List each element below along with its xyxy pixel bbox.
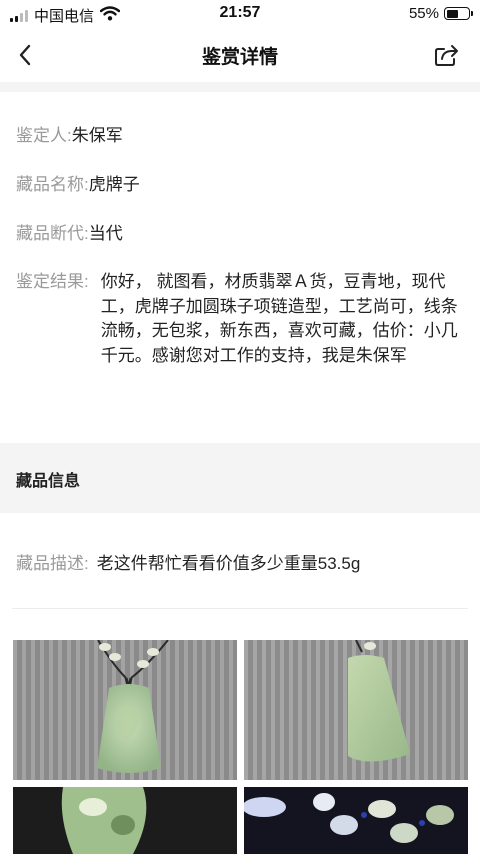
jade-closeup-image: [13, 787, 237, 854]
item-name-label: 藏品名称:: [16, 175, 89, 194]
page-title: 鉴赏详情: [201, 47, 278, 68]
era-label: 藏品断代:: [16, 224, 89, 243]
battery-icon: [444, 7, 473, 20]
appraiser-value: 朱保军: [71, 126, 123, 145]
navigation-bar: 鉴赏详情: [0, 28, 480, 82]
share-icon: [435, 45, 458, 66]
collection-section-title: 藏品信息: [16, 473, 81, 490]
share-button[interactable]: [432, 40, 462, 70]
result-row: 鉴定结果: 你好， 就图看，材质翡翠Ａ货，豆青地，现代工，虎牌子加圆珠子项链造型…: [16, 270, 464, 368]
battery-percent: 55%: [408, 5, 439, 22]
photo-4[interactable]: [244, 787, 468, 854]
photo-3[interactable]: [13, 787, 237, 854]
description-value: 老这件帮忙看看价值多少重量53.5g: [96, 554, 361, 573]
divider: [12, 608, 468, 609]
era-row: 藏品断代: 当代: [16, 222, 464, 246]
bead-necklace-image: [244, 787, 468, 854]
status-bar: 中国电信 21:57 55%: [0, 0, 480, 28]
description-row: 藏品描述: 老这件帮忙看看价值多少重量53.5g: [16, 552, 464, 576]
photo-2[interactable]: [244, 640, 468, 780]
status-right: 55%: [408, 5, 473, 22]
era-value: 当代: [88, 224, 123, 243]
result-value: 你好， 就图看，材质翡翠Ａ货，豆青地，现代工，虎牌子加圆珠子项链造型，工艺尚可，…: [100, 272, 458, 365]
jade-pendant-back-image: [244, 640, 468, 780]
description-label: 藏品描述:: [16, 554, 89, 573]
item-name-value: 虎牌子: [88, 175, 140, 194]
result-label: 鉴定结果:: [16, 272, 89, 291]
item-name-row: 藏品名称: 虎牌子: [16, 173, 464, 197]
separator-band: [0, 82, 480, 92]
appraiser-label: 鉴定人:: [16, 126, 72, 145]
appraiser-row: 鉴定人: 朱保军: [16, 124, 464, 148]
jade-tiger-pendant-image: [13, 640, 237, 780]
photo-1[interactable]: [13, 640, 237, 780]
